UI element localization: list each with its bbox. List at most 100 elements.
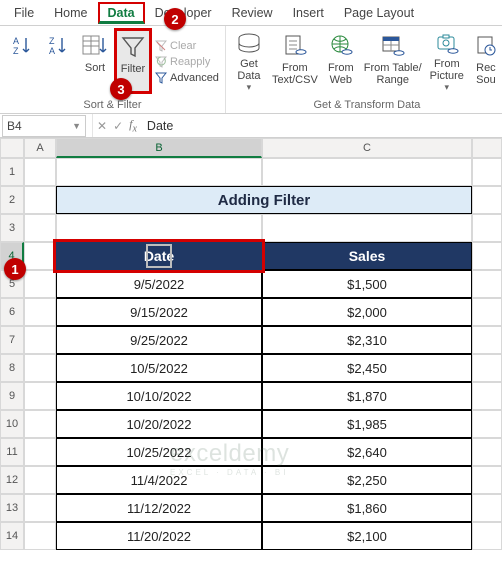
get-data-button[interactable]: Get Data <box>230 28 268 94</box>
sales-cell[interactable]: $1,500 <box>262 270 472 298</box>
cell[interactable] <box>472 326 502 354</box>
header-date-cell[interactable]: Date <box>53 239 265 273</box>
from-web-button[interactable]: From Web <box>322 28 360 94</box>
cell[interactable] <box>262 214 472 242</box>
sort-asc-button[interactable]: AZ <box>4 28 40 94</box>
cell[interactable] <box>24 494 56 522</box>
from-csv-label: From Text/CSV <box>272 62 318 86</box>
sales-cell[interactable]: $2,100 <box>262 522 472 550</box>
col-header-overflow[interactable] <box>472 138 502 158</box>
from-csv-button[interactable]: From Text/CSV <box>268 28 322 94</box>
cell[interactable] <box>472 522 502 550</box>
worksheet-grid[interactable]: A B C 1 2 Adding Filter 3 4 Date Sales 5… <box>0 138 502 550</box>
cell[interactable] <box>472 186 502 214</box>
row-header[interactable]: 11 <box>0 438 24 466</box>
recent-sources-button[interactable]: Rec Sou <box>468 28 502 94</box>
cell[interactable] <box>472 438 502 466</box>
svg-text:Z: Z <box>13 46 19 56</box>
date-cell[interactable]: 9/5/2022 <box>56 270 262 298</box>
cell[interactable] <box>24 326 56 354</box>
row-header[interactable]: 10 <box>0 410 24 438</box>
cell[interactable] <box>472 214 502 242</box>
cell[interactable] <box>472 466 502 494</box>
clear-button[interactable]: Clear <box>154 40 219 53</box>
row-header[interactable]: 3 <box>0 214 24 242</box>
cell[interactable] <box>24 354 56 382</box>
cell[interactable] <box>24 438 56 466</box>
col-header-b[interactable]: B <box>56 138 262 158</box>
sales-cell[interactable]: $1,860 <box>262 494 472 522</box>
cell[interactable] <box>24 382 56 410</box>
col-header-c[interactable]: C <box>262 138 472 158</box>
row-header[interactable]: 2 <box>0 186 24 214</box>
cell[interactable] <box>24 466 56 494</box>
date-cell[interactable]: 11/20/2022 <box>56 522 262 550</box>
row-header[interactable]: 7 <box>0 326 24 354</box>
cancel-icon[interactable]: ✕ <box>97 119 107 133</box>
date-cell[interactable]: 11/12/2022 <box>56 494 262 522</box>
row-header[interactable]: 14 <box>0 522 24 550</box>
cell[interactable] <box>24 298 56 326</box>
sort-desc-button[interactable]: ZA <box>40 28 76 94</box>
reapply-button[interactable]: Reapply <box>154 56 219 69</box>
cell[interactable] <box>262 158 472 186</box>
date-cell[interactable]: 10/10/2022 <box>56 382 262 410</box>
date-cell[interactable]: 10/20/2022 <box>56 410 262 438</box>
sales-cell[interactable]: $2,640 <box>262 438 472 466</box>
tab-insert[interactable]: Insert <box>283 2 334 23</box>
cell[interactable] <box>56 214 262 242</box>
cell[interactable] <box>24 410 56 438</box>
formula-input[interactable] <box>141 119 502 133</box>
sales-cell[interactable]: $2,000 <box>262 298 472 326</box>
cell[interactable] <box>24 522 56 550</box>
sales-cell[interactable]: $1,870 <box>262 382 472 410</box>
cell[interactable] <box>24 242 56 270</box>
date-cell[interactable]: 10/5/2022 <box>56 354 262 382</box>
advanced-button[interactable]: Advanced <box>154 72 219 85</box>
tab-review[interactable]: Review <box>222 2 283 23</box>
cell[interactable] <box>472 354 502 382</box>
cell[interactable] <box>472 298 502 326</box>
row-header[interactable]: 12 <box>0 466 24 494</box>
cell[interactable] <box>24 158 56 186</box>
cell[interactable] <box>472 242 502 270</box>
cell[interactable] <box>472 382 502 410</box>
sales-cell[interactable]: $2,250 <box>262 466 472 494</box>
row-header[interactable]: 13 <box>0 494 24 522</box>
chevron-down-icon[interactable]: ▼ <box>72 121 81 131</box>
cell[interactable] <box>472 158 502 186</box>
tab-file[interactable]: File <box>4 2 44 23</box>
cell[interactable] <box>472 410 502 438</box>
cell[interactable] <box>472 270 502 298</box>
sales-cell[interactable]: $2,450 <box>262 354 472 382</box>
date-cell[interactable]: 10/25/2022 <box>56 438 262 466</box>
tab-pagelayout[interactable]: Page Layout <box>334 2 424 23</box>
cell[interactable] <box>56 158 262 186</box>
row-header[interactable]: 1 <box>0 158 24 186</box>
sales-cell[interactable]: $1,985 <box>262 410 472 438</box>
reapply-label: Reapply <box>170 56 210 68</box>
cell[interactable] <box>472 494 502 522</box>
tab-data[interactable]: Data <box>98 2 145 24</box>
date-cell[interactable]: 9/15/2022 <box>56 298 262 326</box>
name-box[interactable]: B4 ▼ <box>2 115 86 137</box>
row-header[interactable]: 8 <box>0 354 24 382</box>
cell[interactable] <box>24 186 56 214</box>
row-header[interactable]: 6 <box>0 298 24 326</box>
row-header[interactable]: 9 <box>0 382 24 410</box>
sales-cell[interactable]: $2,310 <box>262 326 472 354</box>
tab-home[interactable]: Home <box>44 2 97 23</box>
table-title[interactable]: Adding Filter <box>56 186 472 214</box>
from-picture-button[interactable]: From Picture <box>426 28 468 94</box>
cell[interactable] <box>24 214 56 242</box>
date-cell[interactable]: 11/4/2022 <box>56 466 262 494</box>
select-all-corner[interactable] <box>0 138 24 158</box>
col-header-a[interactable]: A <box>24 138 56 158</box>
fx-icon[interactable]: fx <box>129 117 137 134</box>
cell[interactable] <box>24 270 56 298</box>
from-table-button[interactable]: From Table/ Range <box>360 28 426 94</box>
date-cell[interactable]: 9/25/2022 <box>56 326 262 354</box>
header-sales-cell[interactable]: Sales <box>262 242 472 270</box>
enter-icon[interactable]: ✓ <box>113 119 123 133</box>
sort-button[interactable]: Sort <box>76 28 114 94</box>
